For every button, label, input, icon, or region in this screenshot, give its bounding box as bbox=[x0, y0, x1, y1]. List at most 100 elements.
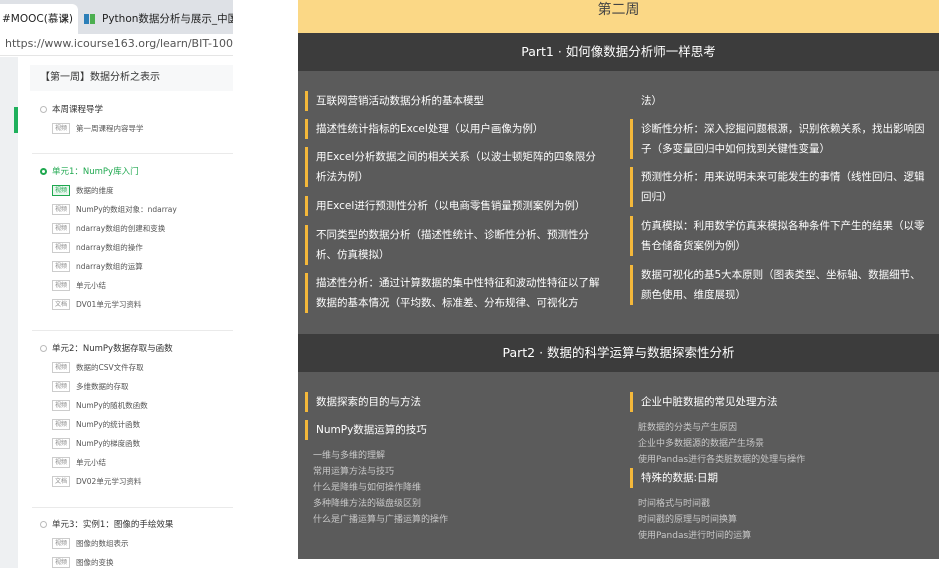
lesson-title: NumPy的随机数函数 bbox=[76, 401, 148, 410]
course-syllabus-slide: 第二周 Part1 · 如何像数据分析师一样思考 互联网营销活动数据分析的基本模… bbox=[298, 0, 939, 559]
close-icon[interactable]: × bbox=[229, 4, 233, 34]
lesson-type-badge: 视频 bbox=[52, 223, 71, 234]
lesson-type-badge: 视频 bbox=[52, 204, 71, 215]
lesson-item[interactable]: 视频 单元小结 bbox=[52, 280, 106, 291]
status-dot-icon bbox=[40, 168, 47, 175]
lesson-title: DV01单元学习资料 bbox=[76, 300, 142, 309]
lesson-title: NumPy的统计函数 bbox=[76, 420, 141, 429]
lesson-type-badge: 视频 bbox=[52, 538, 71, 549]
syllabus-item: 预测性分析：用来说明未来可能发生的事情（线性回归、逻辑回归） bbox=[630, 167, 926, 207]
syllabus-subitem: 使用Pandas进行各类脏数据的处理与操作 bbox=[638, 455, 806, 465]
tab-label: Python数据分析与展示_中国大学 bbox=[102, 13, 233, 25]
unit-item[interactable]: 单元2：NumPy数据存取与函数 bbox=[40, 342, 173, 354]
syllabus-item: 不同类型的数据分析（描述性统计、诊断性分析、预测性分析、仿真模拟） bbox=[305, 225, 605, 265]
lesson-item[interactable]: 视频 NumPy的数组对象：ndarray bbox=[52, 204, 177, 215]
syllabus-subitem: 使用Pandas进行时间的运算 bbox=[638, 531, 752, 541]
syllabus-subitem: 时间戳的原理与时间换算 bbox=[638, 515, 738, 525]
lesson-item[interactable]: 视频 数据的CSV文件存取 bbox=[52, 362, 144, 373]
divider bbox=[32, 330, 233, 331]
lesson-title: 数据的CSV文件存取 bbox=[76, 363, 144, 372]
syllabus-item: 互联网营销活动数据分析的基本模型 bbox=[305, 91, 605, 111]
lesson-item[interactable]: 文档 DV01单元学习资料 bbox=[52, 299, 141, 310]
unit-item[interactable]: 本周课程导学 bbox=[40, 103, 103, 115]
address-bar[interactable]: https://www.icourse163.org/learn/BIT-100… bbox=[0, 34, 233, 56]
syllabus-item: 用Excel进行预测性分析（以电商零售销量预测案例为例） bbox=[305, 196, 605, 216]
part1-heading: Part1 · 如何像数据分析师一样思考 bbox=[298, 33, 939, 71]
syllabus-item: 描述性分析：通过计算数据的集中性特征和波动性特征以了解数据的基本情况（平均数、标… bbox=[305, 273, 605, 313]
tab-python-course[interactable]: Python数据分析与展示_中国大学 × bbox=[80, 4, 233, 34]
status-dot-icon bbox=[40, 106, 47, 113]
lesson-title: ndarray数组的运算 bbox=[76, 262, 143, 271]
lesson-title: ndarray数组的创建和变换 bbox=[76, 224, 166, 233]
syllabus-item: 描述性统计指标的Excel处理（以用户画像为例） bbox=[305, 119, 605, 139]
lesson-type-badge: 文档 bbox=[52, 299, 71, 310]
part2-heading: Part2 · 数据的科学运算与数据探索性分析 bbox=[298, 334, 939, 372]
status-dot-icon bbox=[40, 521, 47, 528]
browser-window: #MOOC(慕课) × Python数据分析与展示_中国大学 × https:/… bbox=[0, 0, 233, 568]
left-nav-strip bbox=[0, 57, 18, 568]
lesson-type-badge: 视频 bbox=[52, 457, 71, 468]
divider bbox=[32, 507, 233, 508]
syllabus-item-continuation: 法） bbox=[641, 95, 662, 107]
lesson-type-badge: 视频 bbox=[52, 123, 71, 134]
lesson-type-badge: 视频 bbox=[52, 185, 71, 196]
lesson-title: 第一周课程内容导学 bbox=[76, 124, 144, 133]
lesson-title: 图像的变换 bbox=[76, 558, 114, 567]
syllabus-item: NumPy数据运算的技巧 bbox=[305, 420, 605, 440]
lesson-item[interactable]: 视频 ndarray数组的操作 bbox=[52, 242, 143, 253]
unit-title: 单元2：NumPy数据存取与函数 bbox=[52, 344, 173, 354]
lesson-item[interactable]: 视频 ndarray数组的运算 bbox=[52, 261, 143, 272]
lesson-title: 多维数据的存取 bbox=[76, 382, 129, 391]
syllabus-subitem: 常用运算方法与技巧 bbox=[313, 467, 395, 477]
lesson-item[interactable]: 视频 图像的变换 bbox=[52, 557, 114, 568]
mooc-favicon-icon bbox=[84, 14, 95, 24]
syllabus-item: 诊断性分析：深入挖掘问题根源，识别依赖关系，找出影响因子（多变量回归中如何找到关… bbox=[630, 119, 926, 159]
syllabus-item: 数据探索的目的与方法 bbox=[305, 392, 605, 412]
lesson-item[interactable]: 视频 单元小结 bbox=[52, 457, 106, 468]
lesson-item[interactable]: 视频 多维数据的存取 bbox=[52, 381, 129, 392]
status-dot-icon bbox=[40, 345, 47, 352]
syllabus-subitem: 脏数据的分类与产生原因 bbox=[638, 423, 738, 433]
syllabus-item: 仿真模拟：利用数学仿真来模拟各种条件下产生的结果（以零售仓储备货案例为例） bbox=[630, 216, 926, 256]
syllabus-item: 用Excel分析数据之间的相关关系（以波士顿矩阵的四象限分析法为例） bbox=[305, 147, 605, 187]
lesson-title: NumPy的数组对象：ndarray bbox=[76, 205, 177, 214]
lesson-title: ndarray数组的操作 bbox=[76, 243, 143, 252]
lesson-item[interactable]: 视频 图像的数组表示 bbox=[52, 538, 129, 549]
lesson-type-badge: 文档 bbox=[52, 476, 71, 487]
tab-mooc[interactable]: #MOOC(慕课) × bbox=[0, 4, 78, 34]
lesson-type-badge: 视频 bbox=[52, 557, 71, 568]
unit-item[interactable]: 单元3：实例1：图像的手绘效果 bbox=[40, 518, 173, 530]
syllabus-item: 特殊的数据:日期 bbox=[630, 468, 926, 488]
unit-title: 单元1：NumPy库入门 bbox=[52, 167, 139, 177]
lesson-item[interactable]: 文档 DV02单元学习资料 bbox=[52, 476, 141, 487]
lesson-type-badge: 视频 bbox=[52, 261, 71, 272]
syllabus-subitem: 企业中多数据源的数据产生场景 bbox=[638, 439, 765, 449]
unit-title: 本周课程导学 bbox=[52, 105, 104, 115]
syllabus-subitem: 什么是降维与如何操作降维 bbox=[313, 483, 422, 493]
lesson-title: 单元小结 bbox=[76, 458, 107, 467]
lesson-type-badge: 视频 bbox=[52, 400, 71, 411]
syllabus-item: 数据可视化的基5大本原则（图表类型、坐标轴、数据细节、颜色使用、维度展现） bbox=[630, 265, 926, 305]
syllabus-subitem: 时间格式与时间戳 bbox=[638, 499, 711, 509]
lesson-item[interactable]: 视频 数据的维度 bbox=[52, 185, 114, 196]
lesson-title: 数据的维度 bbox=[76, 186, 114, 195]
syllabus-subitem: 多种降维方法的磁盘级区别 bbox=[313, 499, 422, 509]
lesson-type-badge: 视频 bbox=[52, 242, 71, 253]
lesson-item[interactable]: 视频 NumPy的梯度函数 bbox=[52, 438, 140, 449]
lesson-title: 图像的数组表示 bbox=[76, 539, 129, 548]
lesson-type-badge: 视频 bbox=[52, 381, 71, 392]
lesson-type-badge: 视频 bbox=[52, 419, 71, 430]
syllabus-subitem: 一维与多维的理解 bbox=[313, 451, 386, 461]
divider bbox=[32, 153, 233, 154]
unit-title: 单元3：实例1：图像的手绘效果 bbox=[52, 520, 174, 530]
lesson-type-badge: 视频 bbox=[52, 362, 71, 373]
unit-item[interactable]: 单元1：NumPy库入门 bbox=[40, 165, 139, 177]
close-icon[interactable]: × bbox=[60, 4, 70, 34]
week-title[interactable]: 【第一周】数据分析之表示 bbox=[30, 65, 233, 91]
lesson-title: NumPy的梯度函数 bbox=[76, 439, 141, 448]
course-outline: 【第一周】数据分析之表示 本周课程导学 视频 第一周课程内容导学 单元1：NumP… bbox=[0, 57, 233, 568]
lesson-item[interactable]: 视频 第一周课程内容导学 bbox=[52, 123, 144, 134]
lesson-item[interactable]: 视频 NumPy的随机数函数 bbox=[52, 400, 148, 411]
lesson-item[interactable]: 视频 NumPy的统计函数 bbox=[52, 419, 140, 430]
lesson-item[interactable]: 视频 ndarray数组的创建和变换 bbox=[52, 223, 165, 234]
